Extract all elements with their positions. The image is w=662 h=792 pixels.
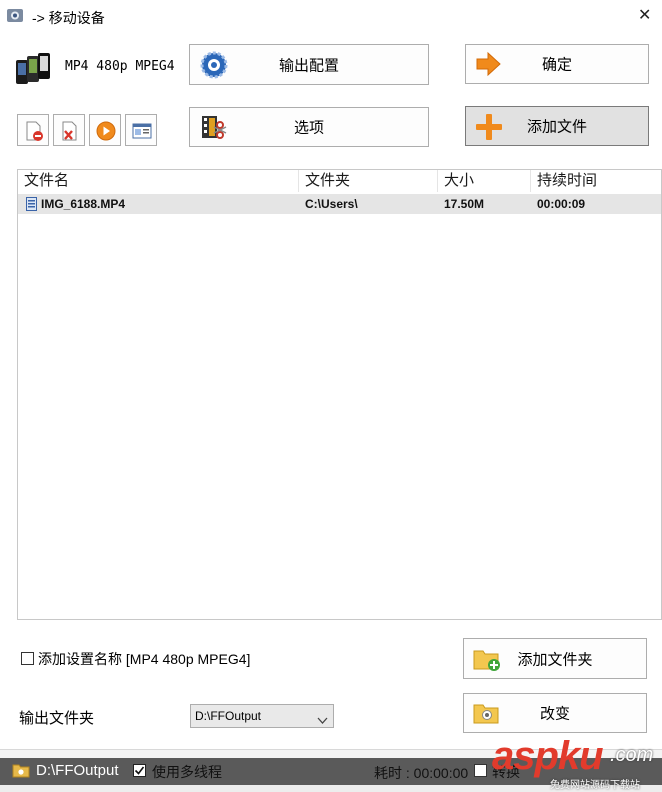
add-file-label: 添加文件 xyxy=(526,118,587,136)
ok-button[interactable]: 确定 xyxy=(465,44,649,84)
watermark-brand: aspku xyxy=(492,734,604,778)
table-row[interactable]: IMG_6188.MP4 C:\Users\ 17.50M 00:00:09 xyxy=(18,194,661,214)
file-duration-cell: 00:00:09 xyxy=(537,197,586,211)
watermark-logo: aspku .com 免费网站源码下载站 xyxy=(492,734,662,792)
chevron-down-icon xyxy=(317,712,328,728)
play-button[interactable] xyxy=(89,114,121,146)
multithread-label[interactable]: 使用多线程 xyxy=(152,762,222,782)
output-folder-select[interactable]: D:\FFOutput xyxy=(190,704,334,728)
profile-label: MP4 480p MPEG4 xyxy=(65,59,175,74)
output-folder-value: D:\FFOutput xyxy=(195,709,262,723)
mobile-device-icon xyxy=(14,52,52,86)
add-folder-button[interactable]: 添加文件夹 xyxy=(463,638,647,679)
window-title: -> 移动设备 xyxy=(32,10,105,26)
add-folder-label: 添加文件夹 xyxy=(517,651,593,668)
close-icon[interactable]: ✕ xyxy=(638,5,651,25)
add-file-button[interactable]: 添加文件 xyxy=(465,106,649,146)
options-button[interactable]: 选项 xyxy=(189,107,429,147)
watermark-suffix: .com xyxy=(610,744,654,766)
column-header-folder[interactable]: 文件夹 xyxy=(299,170,438,192)
video-file-icon xyxy=(26,197,37,211)
file-name-cell: IMG_6188.MP4 xyxy=(41,197,126,211)
document-delete-icon xyxy=(62,121,77,141)
add-name-label[interactable]: 添加设置名称 [MP4 480p MPEG4] xyxy=(38,649,250,669)
elapsed-time: 耗时 : 00:00:00 xyxy=(374,765,469,781)
file-size-cell: 17.50M xyxy=(444,197,485,211)
ok-label: 确定 xyxy=(541,56,572,74)
file-list[interactable]: 文件名 文件夹 大小 持续时间 IMG_6188.MP4 C:\Users\ 1… xyxy=(17,169,662,620)
media-info-button[interactable] xyxy=(125,114,157,146)
title-bar: -> 移动设备 ✕ xyxy=(0,0,662,34)
column-header-name[interactable]: 文件名 xyxy=(18,170,299,192)
options-label: 选项 xyxy=(293,119,324,137)
convert-checkbox[interactable] xyxy=(474,764,487,777)
file-folder-cell: C:\Users\ xyxy=(305,197,358,211)
document-remove-icon xyxy=(26,121,43,141)
file-list-header: 文件名 文件夹 大小 持续时间 xyxy=(18,170,661,192)
app-icon xyxy=(6,7,24,25)
column-header-size[interactable]: 大小 xyxy=(438,170,531,192)
change-label: 改变 xyxy=(539,705,570,723)
info-card-icon xyxy=(132,123,152,139)
output-folder-label: 输出文件夹 xyxy=(19,710,95,727)
output-config-label: 输出配置 xyxy=(278,57,339,74)
status-path[interactable]: D:\FFOutput xyxy=(36,762,119,779)
watermark-sub: 免费网站源码下载站 xyxy=(550,780,640,791)
multithread-checkbox[interactable] xyxy=(133,764,146,777)
play-icon xyxy=(96,121,116,141)
folder-icon xyxy=(12,762,30,778)
change-button[interactable]: 改变 xyxy=(463,693,647,733)
output-config-button[interactable]: 输出配置 xyxy=(189,44,429,85)
add-name-checkbox[interactable] xyxy=(21,652,34,665)
column-header-duration[interactable]: 持续时间 xyxy=(531,170,661,192)
clear-list-button[interactable] xyxy=(53,114,85,146)
remove-file-button[interactable] xyxy=(17,114,49,146)
